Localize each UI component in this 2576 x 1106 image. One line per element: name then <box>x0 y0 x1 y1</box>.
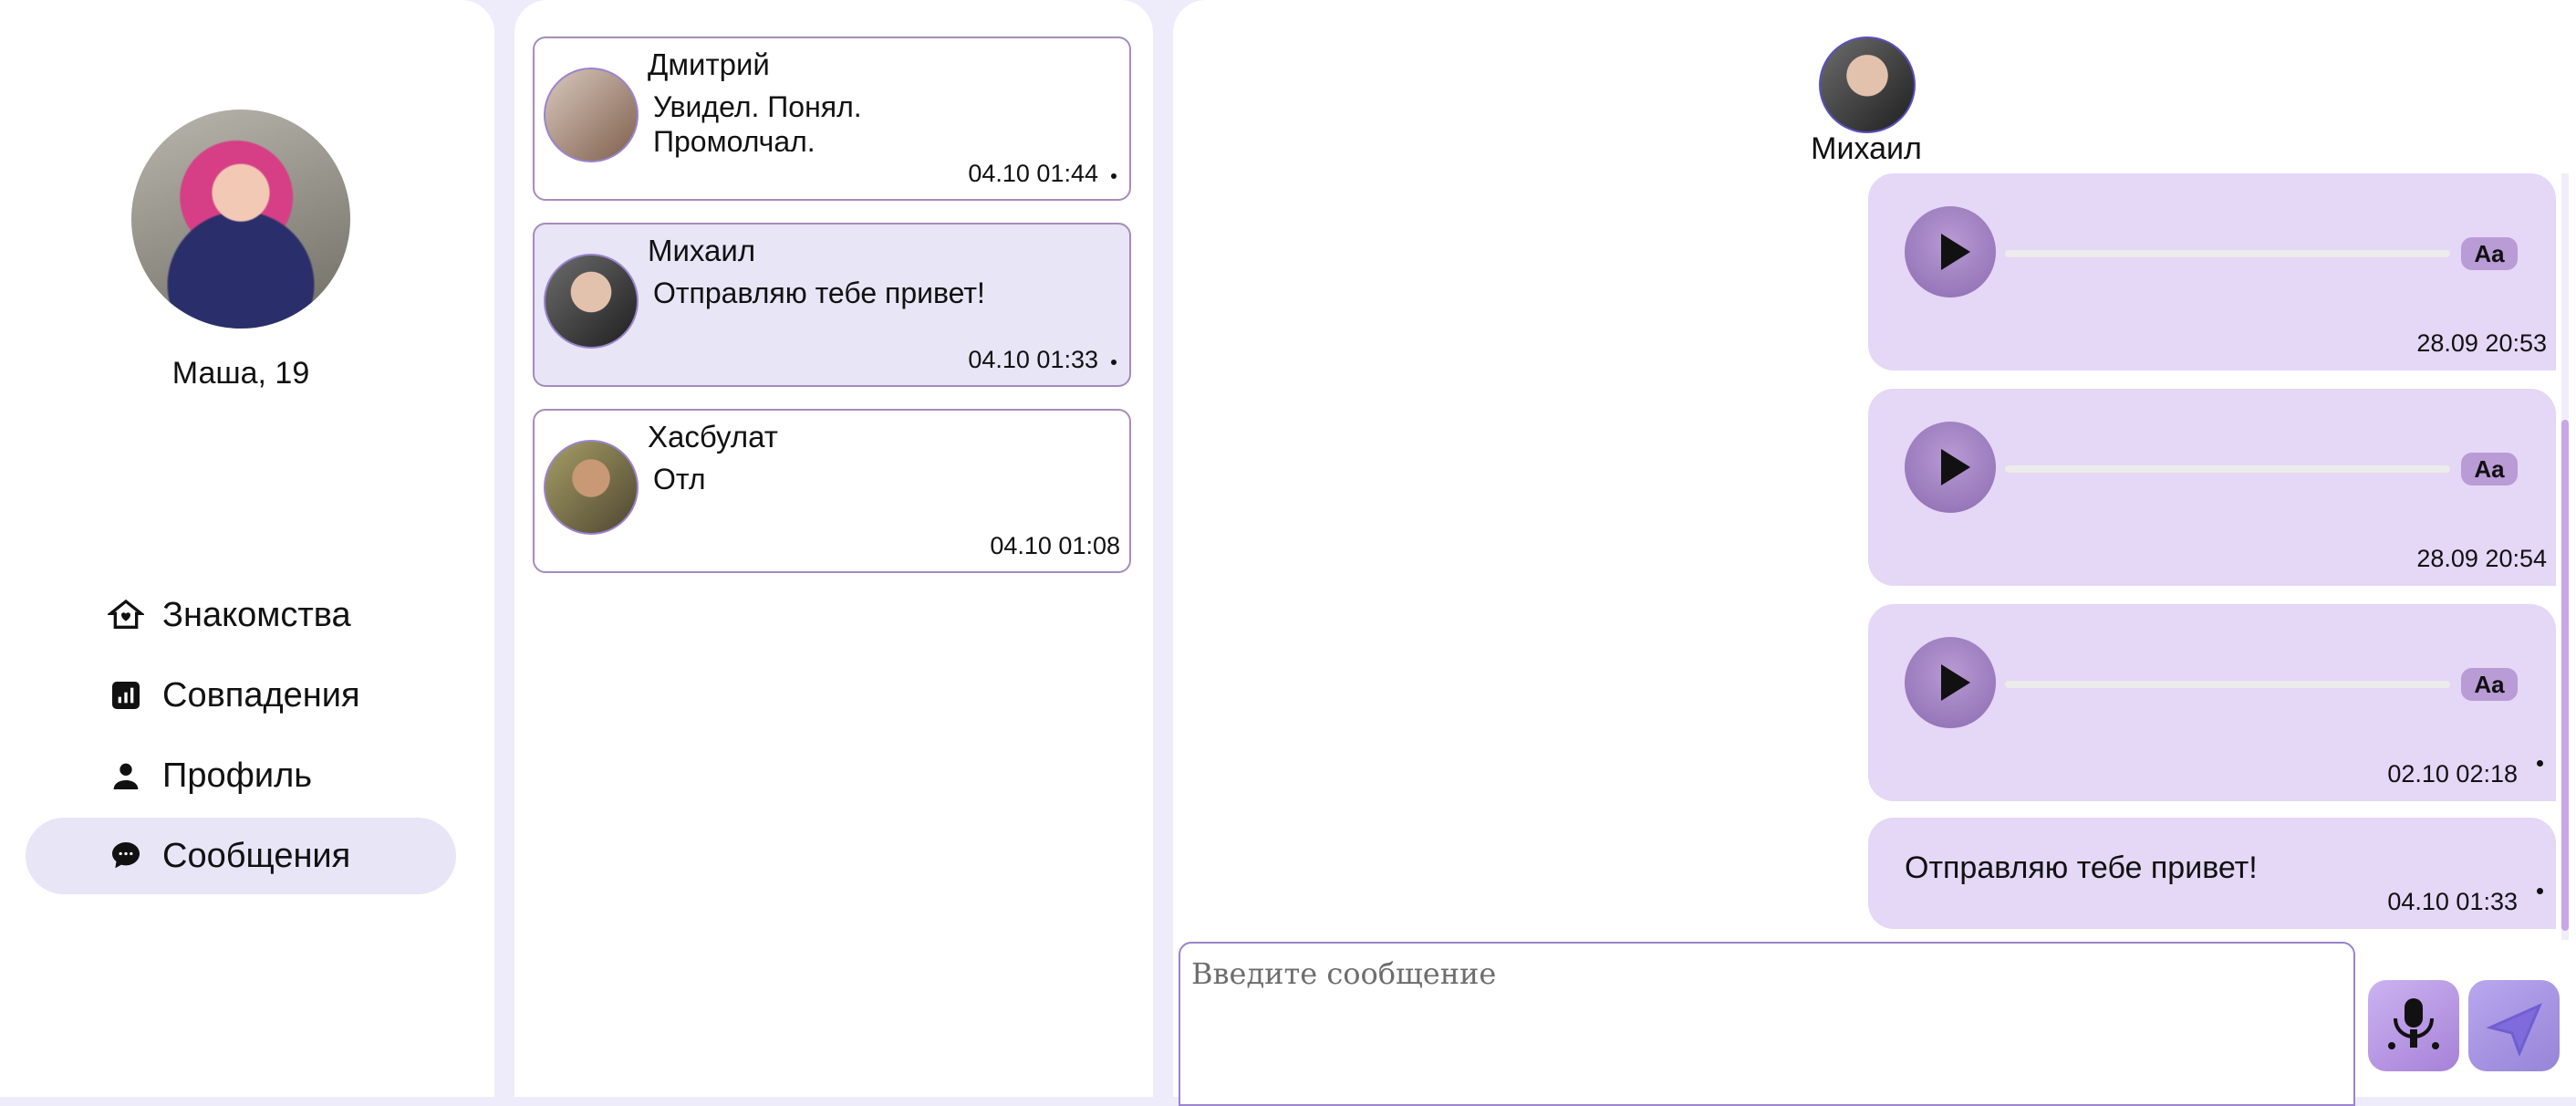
audio-progress[interactable] <box>2005 681 2450 688</box>
dialog-name: Дмитрий <box>648 47 770 81</box>
message-input-placeholder: Введите сообщение <box>1191 956 1497 991</box>
nav-item-profile[interactable]: Профиль <box>26 737 456 814</box>
scroll-thumb[interactable] <box>2561 420 2569 931</box>
send-button[interactable] <box>2468 980 2560 1071</box>
play-button[interactable] <box>1905 637 1996 728</box>
home-heart-icon <box>108 599 144 629</box>
transcribe-icon[interactable]: Aa <box>2461 668 2518 701</box>
dialog-name: Хасбулат <box>648 420 778 454</box>
voice-message: Aa 28.09 20:54 <box>1868 389 2556 586</box>
transcribe-icon[interactable]: Aa <box>2461 453 2518 485</box>
dialog-item[interactable]: Михаил Отправляю тебе привет! 04.10 01:3… <box>533 223 1131 387</box>
chart-icon <box>112 682 140 709</box>
unread-dot <box>2537 760 2543 767</box>
main-nav: Знакомства Совпадения Профиль Сообщения <box>26 577 456 898</box>
dialog-time: 04.10 01:44 <box>968 160 1098 187</box>
message-time: 02.10 02:18 <box>2387 760 2518 788</box>
play-button[interactable] <box>1905 206 1996 297</box>
nav-label: Сообщения <box>162 836 351 875</box>
transcribe-icon[interactable]: Aa <box>2461 237 2518 270</box>
chat-scrollbar[interactable] <box>2561 173 2569 940</box>
peer-name: Михаил <box>1811 131 1922 166</box>
dialog-time: 04.10 01:08 <box>990 532 1120 559</box>
dialog-preview: Увидел. Понял. Промолчал. <box>653 90 862 158</box>
voice-record-button[interactable] <box>2368 980 2459 1071</box>
chat-icon <box>112 842 140 869</box>
unread-dot <box>2537 888 2543 894</box>
dialogs-panel: Дмитрий Увидел. Понял. Промолчал. 04.10 … <box>514 0 1153 1097</box>
voice-message: Aa 28.09 20:53 <box>1868 173 2556 370</box>
audio-progress[interactable] <box>2005 465 2450 473</box>
unread-dot <box>1111 360 1117 365</box>
dialog-avatar <box>544 440 639 535</box>
audio-progress[interactable] <box>2005 250 2450 257</box>
dialog-name: Михаил <box>648 234 756 267</box>
dialog-item[interactable]: Хасбулат Отл 04.10 01:08 <box>533 409 1131 573</box>
text-message: Отправляю тебе привет! 04.10 01:33 <box>1868 818 2556 929</box>
dialog-item[interactable]: Дмитрий Увидел. Понял. Промолчал. 04.10 … <box>533 37 1131 201</box>
dialog-time: 04.10 01:33 <box>968 346 1098 373</box>
person-icon <box>113 763 139 789</box>
dialog-preview: Отл <box>653 463 706 496</box>
left-sidebar: Маша, 19 Знакомства Совпадения Профиль С… <box>0 0 494 1097</box>
microphone-icon <box>2388 998 2439 1049</box>
nav-label: Совпадения <box>162 675 360 715</box>
peer-avatar[interactable] <box>1819 37 1916 133</box>
voice-message: Aa 02.10 02:18 <box>1868 604 2556 801</box>
chat-panel: Михаил Aa 28.09 20:53 Aa 28.09 20:54 Aa … <box>1173 0 2576 1106</box>
nav-label: Знакомства <box>162 595 351 634</box>
nav-item-matches[interactable]: Совпадения <box>26 657 456 734</box>
message-time: 04.10 01:33 <box>2387 888 2518 915</box>
send-icon <box>2486 1003 2542 1058</box>
dialog-avatar <box>544 254 639 349</box>
dialog-preview: Отправляю тебе привет! <box>653 276 985 309</box>
message-text: Отправляю тебе привет! <box>1905 850 2258 885</box>
user-avatar[interactable] <box>131 110 350 329</box>
nav-item-dating[interactable]: Знакомства <box>26 577 456 653</box>
message-input[interactable]: Введите сообщение <box>1179 942 2355 1106</box>
dialog-avatar <box>544 68 639 162</box>
user-name: Маша, 19 <box>171 356 310 391</box>
play-button[interactable] <box>1905 422 1996 513</box>
message-time: 28.09 20:53 <box>2416 329 2547 357</box>
message-time: 28.09 20:54 <box>2416 545 2547 572</box>
unread-dot <box>1111 173 1117 179</box>
nav-item-messages[interactable]: Сообщения <box>26 818 456 894</box>
